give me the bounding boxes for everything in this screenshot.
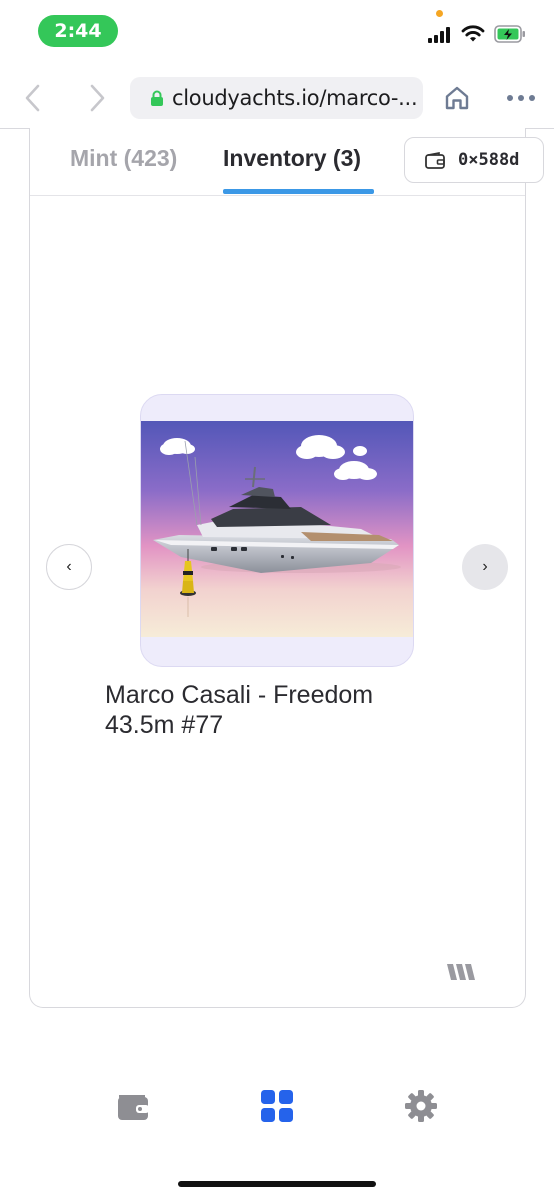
nft-title-line1: Marco Casali - Freedom	[105, 681, 374, 709]
nft-card[interactable]	[140, 394, 414, 667]
nft-title-line2: 43.5m #77	[105, 711, 224, 739]
bottom-nav-settings[interactable]	[401, 1086, 441, 1126]
chevron-left-icon: ‹	[66, 558, 72, 575]
battery-charging-icon	[494, 25, 525, 43]
nft-title: Marco Casali - Freedom 43.5m #77	[105, 680, 373, 740]
tabs-divider	[30, 195, 525, 196]
wallet-icon	[118, 1095, 149, 1120]
bottom-nav-gallery[interactable]	[257, 1086, 297, 1126]
home-icon[interactable]	[443, 84, 471, 112]
wifi-icon	[461, 25, 485, 42]
tab-inventory[interactable]: Inventory (3)	[223, 145, 361, 172]
nft-yacht-image	[141, 421, 413, 637]
grid-icon	[261, 1090, 293, 1122]
forward-arrow-icon[interactable]	[86, 84, 108, 112]
more-icon[interactable]	[506, 93, 536, 103]
privacy-indicator-dot	[436, 10, 443, 17]
gear-icon	[405, 1090, 437, 1122]
chevron-right-icon: ›	[482, 558, 488, 575]
status-time: 2:44	[38, 15, 118, 47]
carousel-next-button[interactable]: ›	[462, 544, 508, 590]
url-text: cloudyachts.io/marco-...	[172, 86, 418, 110]
wallet-address-button[interactable]: 0×588d	[404, 137, 544, 183]
carousel-prev-button[interactable]: ‹	[46, 544, 92, 590]
brand-logo-icon	[447, 964, 475, 980]
address-bar[interactable]: cloudyachts.io/marco-...	[130, 77, 423, 119]
home-indicator[interactable]	[178, 1181, 376, 1187]
wallet-icon	[425, 151, 445, 169]
signal-icon	[428, 27, 450, 43]
active-tab-indicator	[223, 189, 374, 194]
back-arrow-icon[interactable]	[22, 84, 44, 112]
bottom-nav-wallet[interactable]	[113, 1086, 153, 1126]
wallet-address: 0×588d	[458, 150, 520, 170]
tab-mint[interactable]: Mint (423)	[70, 145, 177, 172]
lock-icon	[150, 90, 164, 107]
